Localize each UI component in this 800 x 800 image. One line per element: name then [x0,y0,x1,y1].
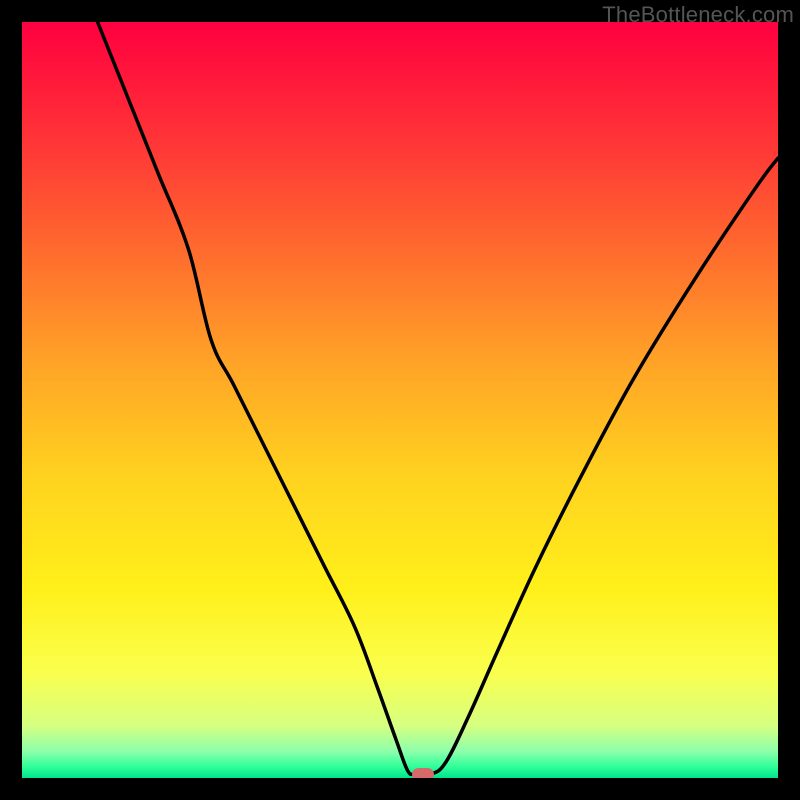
gradient-background [22,22,778,778]
chart-container: TheBottleneck.com [0,0,800,800]
plot-svg [22,22,778,778]
optimum-marker [412,768,434,778]
plot-area [22,22,778,778]
